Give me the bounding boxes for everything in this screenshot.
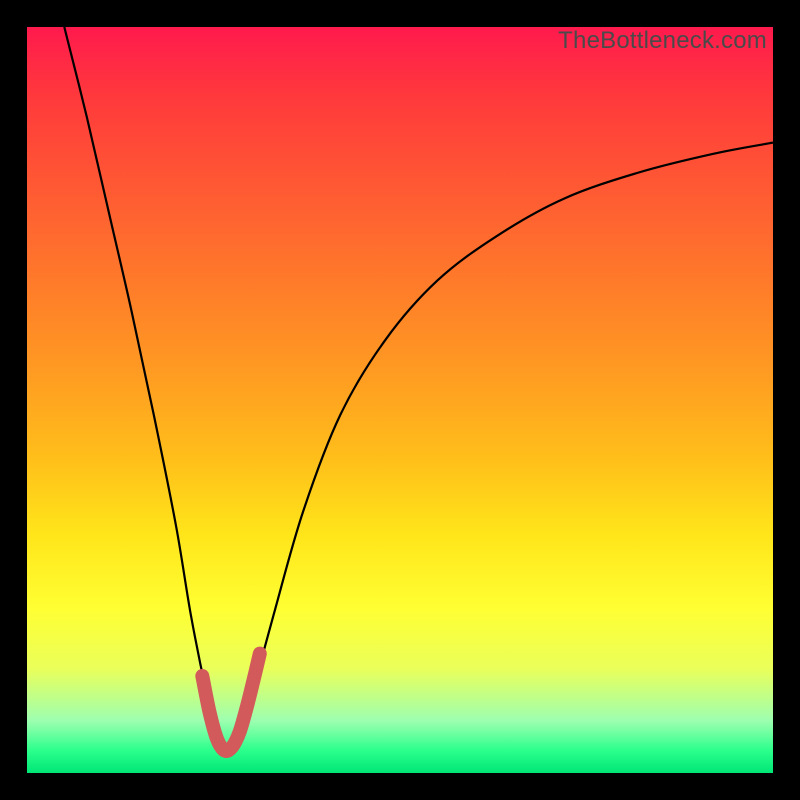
- chart-frame: TheBottleneck.com: [27, 27, 773, 773]
- watermark-text: TheBottleneck.com: [558, 27, 767, 55]
- curve-layer: [27, 27, 773, 773]
- bottleneck-curve: [64, 27, 773, 751]
- optimal-region-highlight: [202, 654, 259, 751]
- plot-area: TheBottleneck.com: [27, 27, 773, 773]
